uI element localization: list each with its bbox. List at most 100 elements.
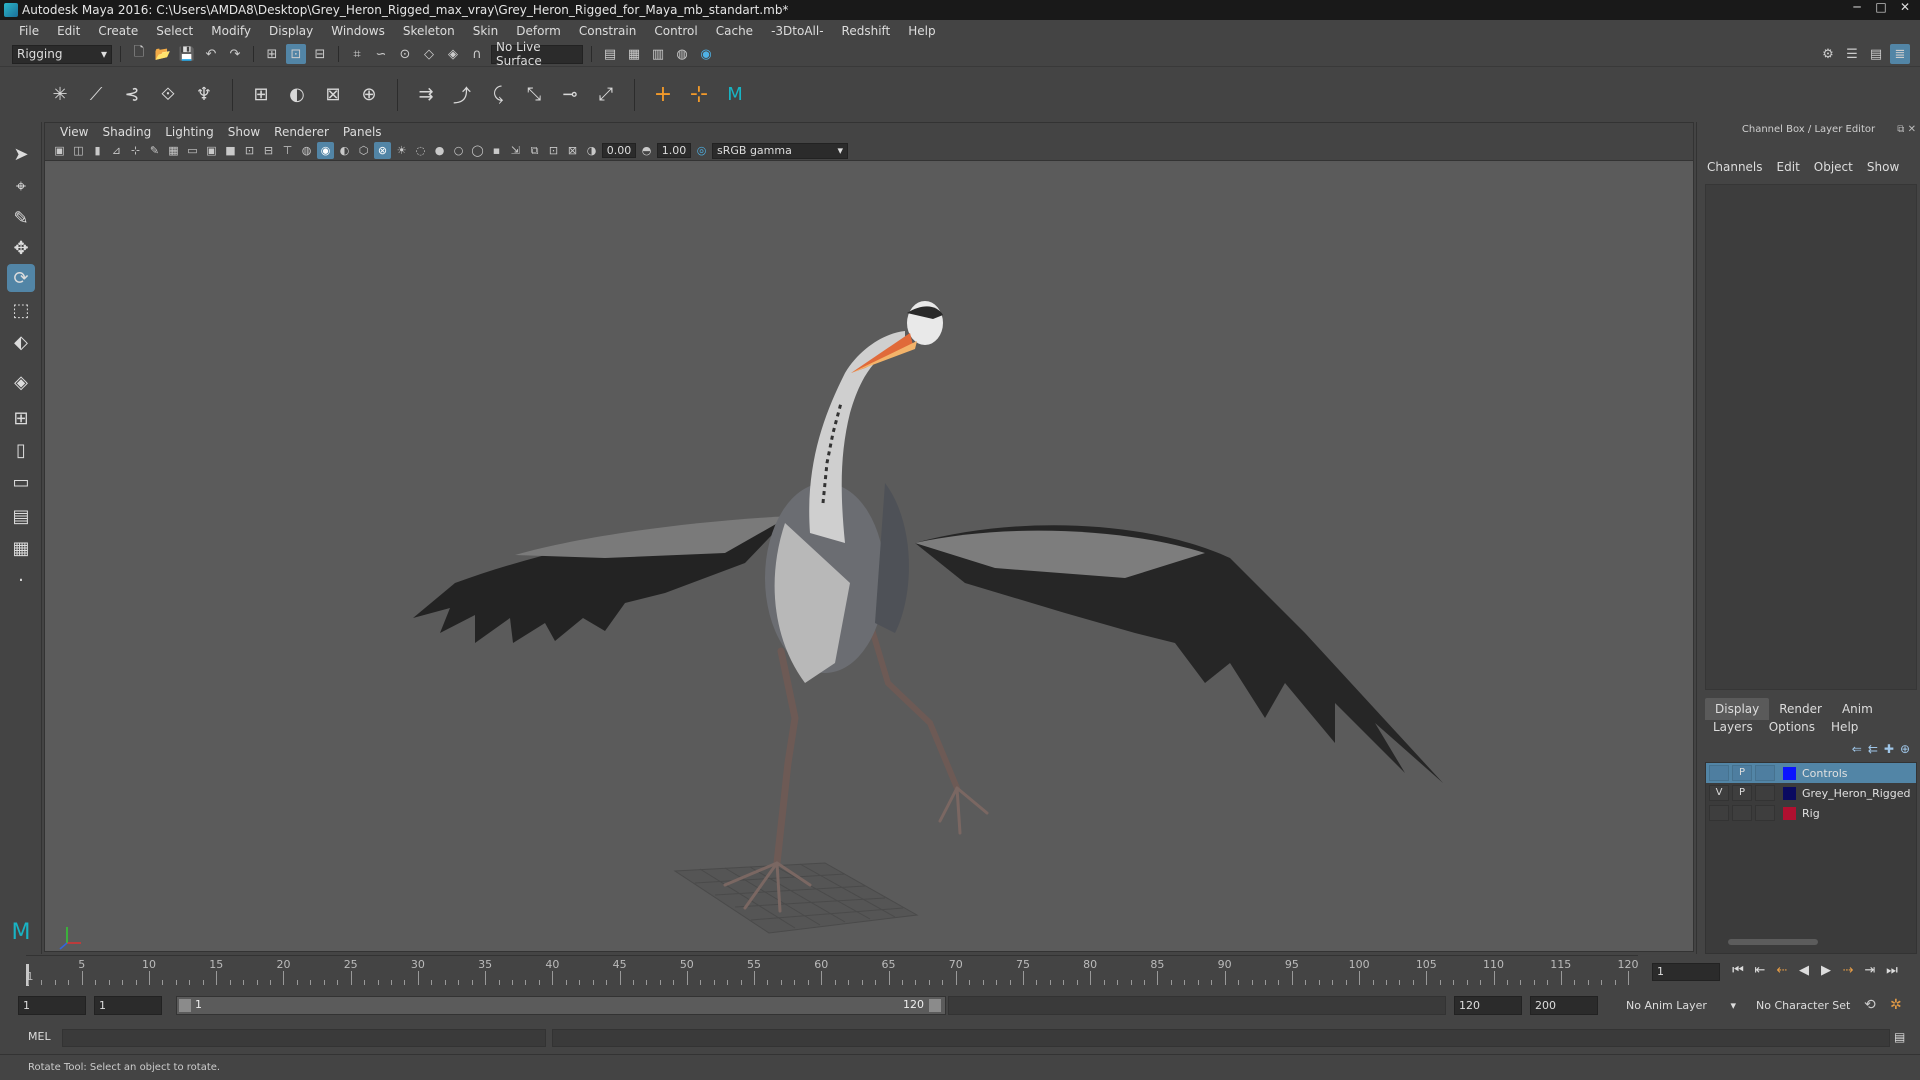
character-set-dropdown[interactable]: No Character Set: [1752, 996, 1862, 1015]
parent-constraint-icon[interactable]: ⇉: [412, 81, 440, 109]
minimize-button[interactable]: ─: [1846, 0, 1868, 16]
layer-row[interactable]: Rig: [1706, 803, 1916, 823]
channel-box-menu-channels[interactable]: Channels: [1707, 160, 1763, 180]
tab-display[interactable]: Display: [1705, 698, 1770, 720]
play-backward-icon[interactable]: ◀: [1796, 963, 1812, 978]
viewport-menu-view[interactable]: View: [53, 125, 95, 139]
safe-title-icon[interactable]: ⊤: [279, 142, 296, 159]
menu-deform[interactable]: Deform: [507, 20, 570, 42]
layer-visibility-toggle[interactable]: [1709, 765, 1729, 781]
lattice-icon[interactable]: ⊠: [319, 81, 347, 109]
menu-skin[interactable]: Skin: [464, 20, 508, 42]
save-scene-icon[interactable]: 💾: [177, 44, 197, 64]
layer-row[interactable]: V P Grey_Heron_Rigged: [1706, 783, 1916, 803]
depth-of-field-icon[interactable]: ◯: [469, 142, 486, 159]
modeling-toolkit-icon[interactable]: ⚙: [1818, 44, 1838, 64]
snap-curve-icon[interactable]: ∽: [371, 44, 391, 64]
tab-anim[interactable]: Anim: [1832, 698, 1883, 720]
grease-pencil-icon[interactable]: ✎: [146, 142, 163, 159]
layer-playback-toggle[interactable]: P: [1732, 765, 1752, 781]
move-layer-up-icon[interactable]: ⇐: [1852, 742, 1862, 756]
playback-start-field[interactable]: 1: [94, 996, 162, 1015]
snap-live-icon[interactable]: ◈: [443, 44, 463, 64]
playback-end-field[interactable]: 120: [1454, 996, 1522, 1015]
motion-blur-icon[interactable]: ●: [431, 142, 448, 159]
undo-icon[interactable]: ↶: [201, 44, 221, 64]
joint-tool-icon[interactable]: ✳: [46, 81, 74, 109]
gamma-icon[interactable]: ◓: [638, 142, 655, 159]
gate-mask-icon[interactable]: ■: [222, 142, 239, 159]
aim-constraint-icon[interactable]: ⊸: [556, 81, 584, 109]
go-to-end-icon[interactable]: ⏭: [1884, 963, 1900, 978]
script-language-toggle[interactable]: MEL: [28, 1030, 51, 1043]
paint-select-icon[interactable]: ✎: [7, 204, 35, 232]
persp-outliner-layout-icon[interactable]: ▭: [7, 468, 35, 496]
side-by-side-layout-icon[interactable]: ▯: [7, 436, 35, 464]
wireframe-on-shaded-icon[interactable]: ◐: [336, 142, 353, 159]
menu-redshift[interactable]: Redshift: [833, 20, 900, 42]
command-input[interactable]: [62, 1029, 546, 1047]
exposure-field[interactable]: 0.00: [602, 143, 636, 158]
anim-layer-dropdown[interactable]: No Anim Layer ▾: [1622, 996, 1740, 1015]
step-forward-key-icon[interactable]: ⇥: [1862, 963, 1878, 978]
step-forward-frame-icon[interactable]: ⇢: [1840, 963, 1856, 978]
layer-color-swatch[interactable]: [1783, 766, 1796, 780]
live-surface-field[interactable]: No Live Surface: [491, 40, 583, 68]
viewport-menu-panels[interactable]: Panels: [336, 125, 389, 139]
snap-point-icon[interactable]: ⊙: [395, 44, 415, 64]
viewport-menu-lighting[interactable]: Lighting: [158, 125, 221, 139]
quick-rig-icon[interactable]: ⟐: [154, 81, 182, 109]
layer-list-scrollbar[interactable]: [1716, 937, 1920, 947]
ik-spline-icon[interactable]: ⊰: [118, 81, 146, 109]
new-layer-icon[interactable]: ✚: [1884, 742, 1894, 756]
viewport-canvas[interactable]: persp: [45, 163, 1693, 951]
layer-menu-layers[interactable]: Layers: [1713, 720, 1753, 738]
range-start-handle[interactable]: [179, 999, 191, 1012]
panel-float-close-icon[interactable]: ⧉ ✕: [1897, 122, 1916, 138]
channel-box-menu-show[interactable]: Show: [1867, 160, 1899, 180]
film-gate-icon[interactable]: ▭: [184, 142, 201, 159]
range-bar[interactable]: 1 120: [176, 996, 946, 1015]
close-button[interactable]: ✕: [1894, 0, 1916, 16]
menu-display[interactable]: Display: [260, 20, 322, 42]
ik-handle-icon[interactable]: ⟋: [82, 81, 110, 109]
select-by-hierarchy-icon[interactable]: ⊞: [262, 44, 282, 64]
preferences-icon[interactable]: ✲: [1890, 997, 1902, 1013]
time-slider-track[interactable]: 1 5 10 15 20 25 30 35 40 45 50 55 60 65 70 75 80 85 90 95 1…: [26, 955, 1639, 986]
humanik-icon[interactable]: ♆: [190, 81, 218, 109]
use-all-lights-icon[interactable]: ⊗: [374, 142, 391, 159]
menu-control[interactable]: Control: [645, 20, 706, 42]
new-layer-from-selected-icon[interactable]: ⊕: [1900, 742, 1910, 756]
menu-windows[interactable]: Windows: [322, 20, 394, 42]
menu-modify[interactable]: Modify: [202, 20, 260, 42]
layer-playback-toggle[interactable]: P: [1732, 785, 1752, 801]
hypershade-layout-icon[interactable]: ▦: [7, 534, 35, 562]
point-constraint-icon[interactable]: ⤴: [448, 81, 476, 109]
field-chart-icon[interactable]: ⊡: [241, 142, 258, 159]
backface-icon[interactable]: ⊠: [564, 142, 581, 159]
view-transform-dropdown[interactable]: sRGB gamma ▾: [712, 142, 848, 159]
resolution-gate-icon[interactable]: ▣: [203, 142, 220, 159]
channel-box-menu-object[interactable]: Object: [1814, 160, 1853, 180]
hypershade-icon[interactable]: ◍: [672, 44, 692, 64]
smooth-shade-icon[interactable]: ◉: [317, 142, 334, 159]
four-pane-layout-icon[interactable]: ⊞: [7, 404, 35, 432]
menu-edit[interactable]: Edit: [48, 20, 89, 42]
magnet-icon[interactable]: ∩: [467, 44, 487, 64]
ambient-occlusion-icon[interactable]: ◌: [412, 142, 429, 159]
viewport-menu-show[interactable]: Show: [221, 125, 267, 139]
maya-m-icon[interactable]: M: [721, 81, 749, 109]
layer-display-type-toggle[interactable]: [1755, 765, 1775, 781]
select-camera-icon[interactable]: ▣: [51, 142, 68, 159]
exposure-icon[interactable]: ◑: [583, 142, 600, 159]
menu-skeleton[interactable]: Skeleton: [394, 20, 464, 42]
pivot-icon[interactable]: ⊹: [685, 81, 713, 109]
xray-icon[interactable]: ⇲: [507, 142, 524, 159]
scale-tool-icon[interactable]: ⬚: [7, 296, 35, 324]
lasso-tool-icon[interactable]: ⌖: [7, 172, 35, 200]
select-by-component-icon[interactable]: ⊟: [310, 44, 330, 64]
open-scene-icon[interactable]: 📂: [153, 44, 173, 64]
render-frame-icon[interactable]: ▦: [624, 44, 644, 64]
new-scene-icon[interactable]: 🗋: [129, 44, 149, 64]
xray-joints-icon[interactable]: ⧉: [526, 142, 543, 159]
